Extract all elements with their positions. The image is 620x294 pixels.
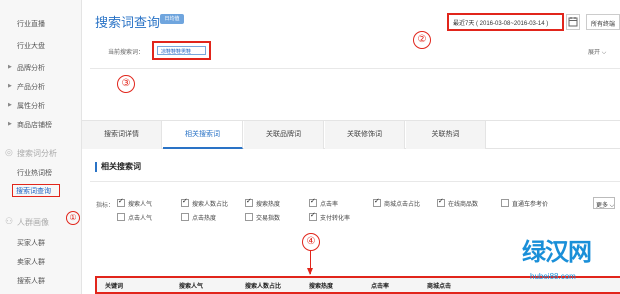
date-range-selector[interactable]: 最近7天 ( 2016-03-08~2016-03-14 ) <box>447 13 564 31</box>
expand-toggle[interactable]: 展开 ⌵ <box>588 47 606 57</box>
page-title: 搜索词查询 <box>95 15 161 30</box>
metrics-label: 指标： <box>96 203 115 209</box>
more-metrics-label: 更多 ⌵ <box>596 203 615 209</box>
annotation-marker-2: ② <box>413 31 431 49</box>
table-header-search-share[interactable]: 搜索人数占比 <box>245 281 281 290</box>
sidebar-item-seller-crowd[interactable]: 卖家人群 <box>0 256 82 270</box>
caret-right-icon: ▶ <box>8 64 12 70</box>
checkbox[interactable] <box>501 199 509 207</box>
metric-label: 商城点击占比 <box>384 202 421 208</box>
sidebar-item-label: 卖家人群 <box>17 259 45 266</box>
annotation-marker-1: ① <box>66 211 80 225</box>
terminal-select-label: 所有终端 <box>591 22 616 28</box>
sidebar-item-attribute-analysis[interactable]: ▶ 属性分析 <box>0 100 82 114</box>
current-keyword-highlight: 凉鞋鞋鞋男鞋 <box>152 41 211 60</box>
eye-icon: ◎ <box>5 147 13 157</box>
caret-right-icon: ▶ <box>8 83 12 89</box>
sidebar-item-product-analysis[interactable]: ▶ 产品分析 <box>0 81 82 95</box>
sidebar-item-label: 搜索词查询 <box>16 188 51 195</box>
table-header-keyword[interactable]: 关键词 <box>105 281 123 290</box>
checkbox[interactable] <box>245 213 253 221</box>
sidebar-item-industry-market[interactable]: 行业大盘 <box>0 40 82 54</box>
tab-keyword-detail[interactable]: 搜索词详情 <box>82 121 162 149</box>
watermark-text: 绿汉网 <box>522 239 592 266</box>
metric-label: 搜索人数占比 <box>192 202 229 208</box>
calendar-button[interactable] <box>566 14 580 30</box>
sidebar-item-buyer-crowd[interactable]: 买家人群 <box>0 237 82 251</box>
chevron-down-icon: ⌵ <box>601 50 607 56</box>
user-icon: ⚇ <box>5 216 14 226</box>
table-header-mall-click[interactable]: 商城点击 <box>427 281 451 290</box>
annotation-arrow-head <box>307 268 313 275</box>
watermark-logo: 绿汉网 hubei88.com <box>500 232 620 294</box>
sidebar-item-industry-live[interactable]: 行业直播 <box>0 18 82 32</box>
expand-label: 展开 <box>588 50 601 56</box>
sidebar-item-goods-shop-rank[interactable]: ▶ 商品店铺榜 <box>0 119 82 133</box>
watermark-url: hubei88.com <box>530 272 576 281</box>
header-divider <box>90 68 620 69</box>
more-metrics-button[interactable]: 更多 ⌵ <box>593 197 615 209</box>
caret-right-icon: ▶ <box>8 121 12 127</box>
checkbox[interactable] <box>181 213 189 221</box>
current-keyword-label: 当前搜索词： <box>108 50 145 56</box>
current-keyword-text: 凉鞋鞋鞋男鞋 <box>161 49 192 55</box>
sidebar-item-label: 搜索人群 <box>17 278 45 285</box>
section-divider <box>90 181 620 182</box>
caret-right-icon: ▶ <box>8 102 12 108</box>
table-header-search-popularity[interactable]: 搜索人气 <box>179 281 203 290</box>
terminal-select[interactable]: 所有终端 <box>586 14 620 30</box>
sidebar-item-label: 买家人群 <box>17 240 45 247</box>
table-header-search-heat[interactable]: 搜索热度 <box>309 281 333 290</box>
check-icon: ✓ <box>310 198 316 205</box>
metric-label: 点击人气 <box>128 216 153 222</box>
sidebar-section-label: 人群画像 <box>17 218 49 227</box>
sidebar-item-label: 商品店铺榜 <box>17 122 52 129</box>
annotation-marker-3: ③ <box>117 75 135 93</box>
metric-label: 点击率 <box>320 202 339 208</box>
check-icon: ✓ <box>182 198 188 205</box>
sidebar-item-label: 产品分析 <box>17 84 45 91</box>
tab-related-keywords[interactable]: 相关搜索词 <box>163 121 243 149</box>
sidebar-section-label: 搜索词分析 <box>17 149 57 158</box>
sidebar-item-search-crowd[interactable]: 搜索人群 <box>0 275 82 289</box>
tab-related-hot-words[interactable]: 关联热词 <box>406 121 486 149</box>
check-icon: ✓ <box>374 198 380 205</box>
tab-bar: 搜索词详情 相关搜索词 关联品牌词 关联修饰词 关联热词 <box>82 120 620 149</box>
metric-label: 直通车参考价 <box>512 202 549 208</box>
chevron-down-icon: ⌵ <box>608 203 615 209</box>
tab-related-brand-words[interactable]: 关联品牌词 <box>244 121 324 149</box>
annotation-marker-4: ④ <box>302 233 320 251</box>
section-accent-bar <box>95 162 97 172</box>
sidebar-item-label: 行业热词榜 <box>17 170 52 177</box>
metric-label: 支付转化率 <box>320 216 351 222</box>
metric-label: 搜索人气 <box>128 202 153 208</box>
check-icon: ✓ <box>438 198 444 205</box>
metric-label: 点击热度 <box>192 216 217 222</box>
metric-label: 搜索热度 <box>256 202 281 208</box>
sidebar-section-keyword[interactable]: ◎ 搜索词分析 <box>0 146 82 162</box>
checkbox[interactable] <box>117 213 125 221</box>
sidebar: 行业直播 行业大盘 ▶ 品牌分析 ▶ 产品分析 ▶ 属性分析 ▶ 商品店铺榜 ◎… <box>0 0 82 294</box>
calendar-icon <box>568 17 578 27</box>
sidebar-item-industry-hot-words[interactable]: 行业热词榜 <box>0 167 82 181</box>
sidebar-item-label: 品牌分析 <box>17 65 45 72</box>
check-icon: ✓ <box>118 198 124 205</box>
sidebar-item-keyword-query[interactable]: 搜索词查询 <box>12 184 60 197</box>
current-keyword-tag[interactable]: 凉鞋鞋鞋男鞋 <box>157 46 206 55</box>
daily-average-badge: 日均值 <box>160 14 184 24</box>
sidebar-item-label: 行业直播 <box>17 21 45 28</box>
table-header-click-rate[interactable]: 点击率 <box>371 281 389 290</box>
metric-label: 交易指数 <box>256 216 281 222</box>
check-icon: ✓ <box>246 198 252 205</box>
date-range-text: 最近7天 ( 2016-03-08~2016-03-14 ) <box>453 21 549 27</box>
metric-label: 在线商品数 <box>448 202 479 208</box>
tab-related-modifiers[interactable]: 关联修饰词 <box>325 121 405 149</box>
check-icon: ✓ <box>310 212 316 219</box>
sidebar-item-label: 属性分析 <box>17 103 45 110</box>
sidebar-item-brand-analysis[interactable]: ▶ 品牌分析 <box>0 62 82 76</box>
section-title: 相关搜索词 <box>101 162 141 171</box>
sidebar-item-label: 行业大盘 <box>17 43 45 50</box>
